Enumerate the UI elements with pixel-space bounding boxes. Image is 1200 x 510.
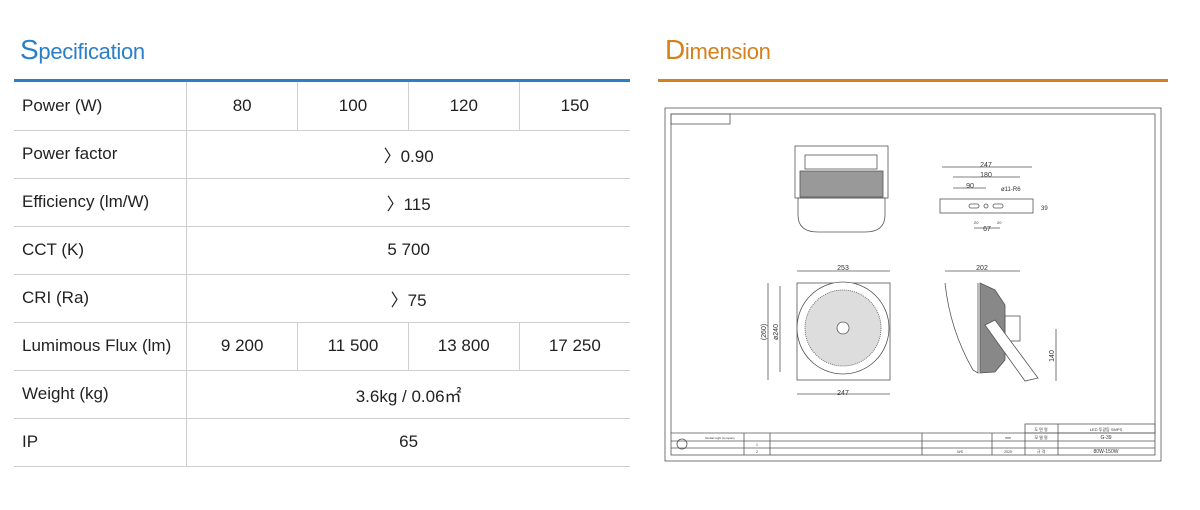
title-rest: imension [684, 39, 771, 64]
dim-label: ø11-R6 [1001, 187, 1021, 193]
revision-1: 1 [756, 443, 758, 447]
top-view [794, 145, 889, 233]
cell: 〉115 [186, 178, 630, 227]
table-row: CCT (K) 5 700 [14, 226, 630, 275]
dim-label: 140 [1049, 350, 1056, 362]
row-label: Lumimous Flux (lm) [14, 322, 188, 371]
dimension-title: Dimension [665, 34, 771, 66]
inner-frame [670, 113, 1156, 456]
title-block: 도 면 명 LED 투광등 SMPS 모 델 명 G-39 규 격 80W-15… [671, 423, 1156, 455]
dimension-drawing: 247 180 90 ø11-R6 39 20 20 67 253 247 (2… [664, 107, 1162, 462]
label-drawing-name: 도 면 명 [1034, 426, 1048, 432]
scale: N/S [957, 450, 964, 454]
outer-frame [664, 107, 1162, 462]
dim-label: 247 [980, 162, 992, 169]
dimension-divider [658, 79, 1168, 82]
dim-label: 247 [837, 390, 849, 397]
side-view: 202 140 [944, 265, 1057, 382]
dim-label: 90 [966, 183, 974, 190]
dim-label: 20 [974, 220, 979, 225]
row-label: Power (W) [14, 82, 188, 131]
cell: 150 [519, 82, 630, 131]
cell: 3.6kg / 0.06㎡ [186, 370, 630, 419]
cell: 120 [408, 82, 520, 131]
cell: 80 [186, 82, 299, 131]
table-row: Power factor 〉0.90 [14, 130, 630, 179]
revision-2: 2 [756, 450, 758, 454]
dim-label: 67 [983, 226, 991, 233]
year: 2020 [1004, 450, 1012, 454]
cell: 5 700 [186, 226, 630, 275]
table-row: Efficiency (lm/W) 〉115 [14, 178, 630, 227]
model-number: G-39 [1100, 435, 1111, 441]
company-name: Global Light Company [705, 436, 735, 440]
specification-title: Specification [20, 34, 145, 66]
cell: 17 250 [519, 322, 630, 371]
bracket-view: 247 180 90 ø11-R6 39 20 20 67 [939, 162, 1048, 233]
table-row: Lumimous Flux (lm) 9 200 11 500 13 800 1… [14, 322, 630, 371]
title-initial: D [665, 34, 685, 65]
cell: 〉0.90 [186, 130, 630, 179]
front-view: 253 247 (260) ø240 [761, 265, 891, 397]
cell: 〉75 [186, 274, 630, 323]
cell: 11 500 [297, 322, 409, 371]
dim-label: 20 [997, 220, 1002, 225]
cell: 13 800 [408, 322, 520, 371]
specification-table: Power (W) 80 100 120 150 Power factor 〉0.… [14, 82, 630, 467]
dim-label: 180 [980, 172, 992, 179]
cell: 9 200 [186, 322, 299, 371]
dim-label: 253 [837, 265, 849, 272]
table-row: Weight (kg) 3.6kg / 0.06㎡ [14, 370, 630, 419]
spec-value: 80W-150W [1094, 449, 1119, 455]
unit: mm [1005, 436, 1011, 440]
label-model: 모 델 명 [1034, 434, 1048, 440]
cell: 65 [186, 418, 630, 467]
dim-label: 202 [976, 265, 988, 272]
row-label: CRI (Ra) [14, 274, 188, 323]
row-label: CCT (K) [14, 226, 188, 275]
table-row: Power (W) 80 100 120 150 [14, 82, 630, 131]
row-label: Efficiency (lm/W) [14, 178, 188, 227]
title-initial: S [20, 34, 39, 65]
title-rest: pecification [38, 39, 145, 64]
row-label: Power factor [14, 130, 188, 179]
label-spec: 규 격 [1037, 448, 1046, 454]
dim-label: (260) [761, 324, 768, 340]
table-row: CRI (Ra) 〉75 [14, 274, 630, 323]
cell: 100 [297, 82, 409, 131]
row-label: Weight (kg) [14, 370, 188, 419]
product-name: LED 투광등 SMPS [1090, 426, 1123, 432]
table-row: IP 65 [14, 418, 630, 467]
dim-label: 39 [1041, 206, 1048, 212]
row-label: IP [14, 418, 188, 467]
dim-label: ø240 [773, 324, 780, 340]
corner-box [670, 113, 731, 125]
